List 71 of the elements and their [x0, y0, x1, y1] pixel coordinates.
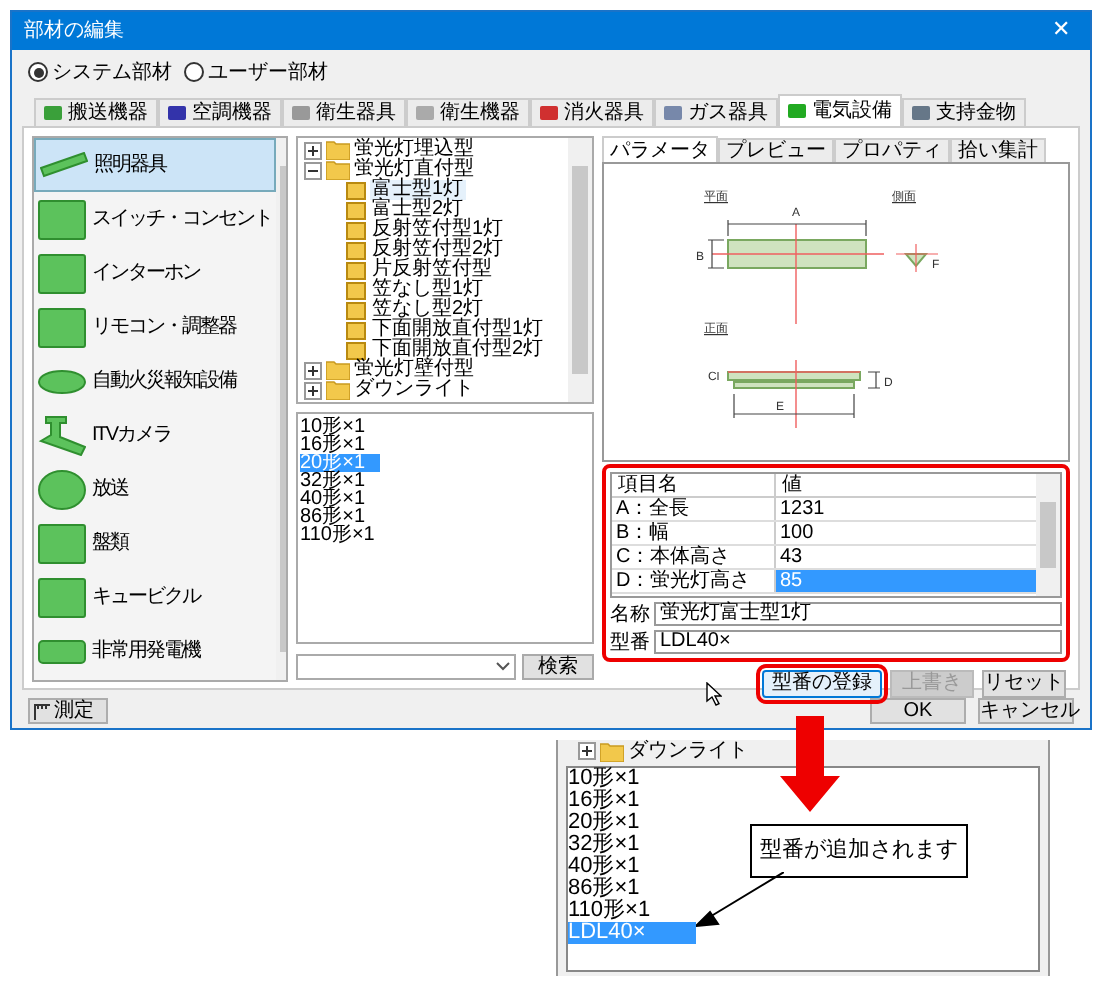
panel-tab[interactable]: 拾い集計: [950, 138, 1046, 162]
column-header: 値: [780, 474, 804, 496]
tree-item[interactable]: 蛍光灯埋込型: [354, 140, 474, 160]
measure-button[interactable]: 測定: [28, 698, 108, 724]
category-tab[interactable]: ガス器具: [654, 98, 778, 126]
category-item[interactable]: ITVカメラ: [34, 408, 276, 462]
category-item[interactable]: スイッチ・コンセント: [34, 192, 276, 246]
list-item[interactable]: 110形×1: [300, 526, 380, 544]
category-item[interactable]: 自動火災報知設備: [34, 354, 276, 408]
category-tab[interactable]: 空調機器: [158, 98, 282, 126]
callout-box: 型番が追加されます: [750, 824, 968, 877]
dialog-button[interactable]: OK: [870, 698, 966, 724]
list-item[interactable]: 16形×1: [300, 436, 380, 454]
category-item[interactable]: 盤類: [34, 516, 276, 570]
table-cell: C：本体高さ: [612, 546, 776, 568]
category-item[interactable]: 非常用発電機: [34, 624, 276, 678]
list-item[interactable]: 32形×1: [300, 472, 380, 490]
tree-item[interactable]: 富士型1灯: [370, 180, 466, 200]
tree-item[interactable]: 反射笠付型1灯: [370, 220, 506, 240]
category-item[interactable]: リモコン・調整器: [34, 300, 276, 354]
category-tab[interactable]: 支持金物: [902, 98, 1026, 126]
list-item[interactable]: 20形×1: [568, 812, 696, 834]
column-header: 項目名: [612, 474, 776, 496]
tree-item[interactable]: 反射笠付型2灯: [370, 240, 506, 260]
list-item[interactable]: 40形×1: [300, 490, 380, 508]
search-button[interactable]: 検索: [522, 653, 594, 679]
table-cell[interactable]: 43: [776, 546, 1036, 568]
tree-item[interactable]: 笠なし型2灯: [370, 300, 486, 320]
table-cell[interactable]: 100: [776, 522, 1036, 544]
tree-item[interactable]: 下面開放直付型2灯: [370, 340, 546, 360]
tree-item[interactable]: 蛍光灯壁付型: [354, 360, 474, 380]
panel-tab[interactable]: パラメータ: [602, 136, 718, 162]
tree-item[interactable]: 笠なし型1灯: [370, 280, 486, 300]
input-field[interactable]: 蛍光灯富士型1灯: [654, 602, 1062, 626]
tree-item[interactable]: 下面開放直付型1灯: [370, 320, 546, 340]
tree-item[interactable]: ダウンライト: [628, 740, 748, 762]
tree-item[interactable]: 片反射笠付型: [370, 260, 494, 280]
category-item[interactable]: インターホン: [34, 246, 276, 300]
category-item[interactable]: 放送: [34, 462, 276, 516]
panel-tab[interactable]: プロパティ: [834, 138, 950, 162]
list-item[interactable]: 40形×1: [568, 856, 696, 878]
list-item[interactable]: 86形×1: [568, 878, 696, 900]
list-item[interactable]: 32形×1: [568, 834, 696, 856]
list-item[interactable]: 10形×1: [300, 418, 380, 436]
category-tab[interactable]: 電気設備: [778, 94, 902, 126]
category-tab[interactable]: 衛生器具: [282, 98, 406, 126]
window-title: 部材の編集: [24, 17, 124, 46]
panel-button[interactable]: 型番の登録: [762, 670, 882, 698]
table-cell[interactable]: 1231: [776, 498, 1036, 520]
panel-button[interactable]: リセット: [982, 670, 1066, 698]
category-tab[interactable]: 衛生機器: [406, 98, 530, 126]
close-button[interactable]: ✕: [1044, 14, 1078, 48]
table-cell: A：全長: [612, 498, 776, 520]
list-item[interactable]: 110形×1: [568, 900, 696, 922]
list-item[interactable]: 86形×1: [300, 508, 380, 526]
list-item[interactable]: 10形×1: [568, 768, 696, 790]
panel-tab[interactable]: プレビュー: [718, 138, 834, 162]
category-item[interactable]: キュービクル: [34, 570, 276, 624]
category-tab[interactable]: 搬送機器: [34, 98, 158, 126]
field-label: 型番: [610, 629, 650, 657]
list-item[interactable]: 16形×1: [568, 790, 696, 812]
tree-item[interactable]: 富士型2灯: [370, 200, 466, 220]
table-cell: B：幅: [612, 522, 776, 544]
input-field[interactable]: LDL40×: [654, 630, 1062, 654]
field-label: 名称: [610, 601, 650, 629]
category-tab[interactable]: 消火器具: [530, 98, 654, 126]
radio-label: ユーザー部材: [208, 59, 328, 87]
tree-item[interactable]: 蛍光灯直付型: [354, 160, 474, 180]
radio-label: システム部材: [52, 59, 172, 87]
tree-item[interactable]: ダウンライト: [354, 380, 474, 400]
category-item[interactable]: 照明器具: [34, 138, 276, 192]
